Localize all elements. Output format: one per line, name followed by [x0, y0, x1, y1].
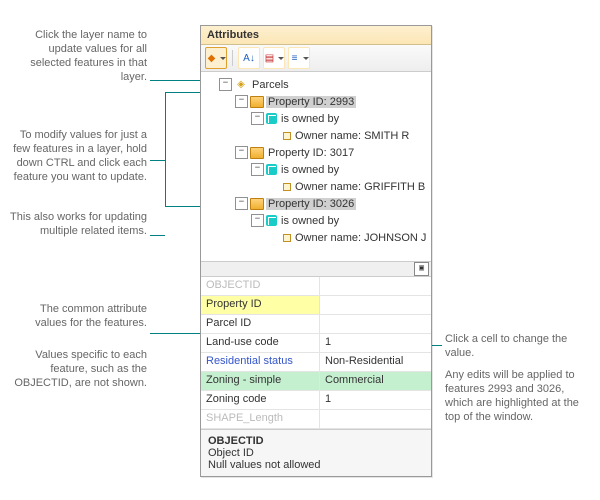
field-name: Parcel ID — [201, 315, 320, 333]
table-icon — [250, 147, 264, 159]
field-value[interactable]: 1 — [320, 391, 431, 409]
window-title: Attributes — [201, 26, 431, 45]
field-name: Zoning - simple — [201, 372, 320, 390]
toolbar: ◆ A↓ ▤ ≡ — [201, 45, 431, 72]
owner-label: Owner name: GRIFFITH B — [293, 181, 427, 193]
field-value[interactable] — [320, 315, 431, 333]
field-name: SHAPE_Length — [201, 410, 320, 428]
grid-row: OBJECTID — [201, 277, 431, 296]
expand-icon[interactable]: − — [235, 95, 248, 108]
field-value[interactable]: Commercial — [320, 372, 431, 390]
diamond-nav-button[interactable]: ◆ — [205, 47, 227, 69]
tree-relation[interactable]: − is owned by — [203, 212, 429, 229]
record-icon — [283, 132, 291, 140]
tree-root[interactable]: − ◈ Parcels — [203, 76, 429, 93]
annotation: Click a cell to change the value. — [445, 332, 585, 360]
record-icon — [283, 234, 291, 242]
relation-icon — [266, 164, 277, 175]
annotation: To modify values for just a few features… — [10, 128, 147, 184]
grid-row: SHAPE_Length — [201, 410, 431, 429]
field-info-panel: OBJECTID Object ID Null values not allow… — [201, 429, 431, 476]
field-name: Residential status — [201, 353, 320, 371]
relation-label: is owned by — [279, 113, 341, 125]
expand-icon[interactable]: − — [251, 112, 264, 125]
layer-icon: ◈ — [234, 78, 248, 92]
grid-header: ▣ — [201, 261, 431, 277]
record-icon — [283, 183, 291, 191]
diamond-nav-icon: ◆ — [206, 51, 217, 65]
expand-icon[interactable]: − — [235, 146, 248, 159]
field-value[interactable] — [320, 296, 431, 314]
field-name: Zoning code — [201, 391, 320, 409]
info-header: OBJECTID — [208, 435, 424, 447]
owner-label: Owner name: JOHNSON J — [293, 232, 428, 244]
field-name: Land-use code — [201, 334, 320, 352]
layers-button[interactable]: ▤ — [263, 47, 285, 69]
annotation: This also works for updating multiple re… — [10, 210, 147, 238]
field-name: Property ID — [201, 296, 320, 314]
owner-label: Owner name: SMITH R — [293, 130, 411, 142]
grid-row: Parcel ID — [201, 315, 431, 334]
relation-icon — [266, 113, 277, 124]
grid-toggle-button[interactable]: ▣ — [414, 262, 429, 276]
table-icon — [250, 198, 264, 210]
tree-owner[interactable]: Owner name: GRIFFITH B — [203, 178, 429, 195]
tree-feature[interactable]: − Property ID: 3017 — [203, 144, 429, 161]
table-icon — [250, 96, 264, 108]
field-value[interactable] — [320, 277, 431, 295]
layer-label: Parcels — [250, 79, 291, 91]
info-line: Null values not allowed — [208, 459, 424, 471]
expand-icon[interactable]: − — [251, 163, 264, 176]
grid-row: Land-use code1 — [201, 334, 431, 353]
field-value[interactable]: Non-Residential — [320, 353, 431, 371]
field-name: OBJECTID — [201, 277, 320, 295]
sort-icon: A↓ — [242, 51, 256, 65]
info-line: Object ID — [208, 447, 424, 459]
feature-label: Property ID: 3017 — [266, 147, 356, 159]
list-icon: ≡ — [289, 51, 300, 65]
layers-icon: ▤ — [264, 51, 275, 65]
attribute-grid: OBJECTID Property ID Parcel ID Land-use … — [201, 277, 431, 429]
separator — [232, 50, 233, 66]
attributes-window: Attributes ◆ A↓ ▤ ≡ − ◈ Parcels − Proper… — [200, 25, 432, 477]
sort-button[interactable]: A↓ — [238, 47, 260, 69]
feature-tree: − ◈ Parcels − Property ID: 2993 − is own… — [201, 72, 431, 261]
field-value[interactable]: 1 — [320, 334, 431, 352]
tree-owner[interactable]: Owner name: JOHNSON J — [203, 229, 429, 246]
annotation: The common attribute values for the feat… — [10, 302, 147, 330]
relation-label: is owned by — [279, 215, 341, 227]
relation-icon — [266, 215, 277, 226]
annotation: Any edits will be applied to features 29… — [445, 368, 585, 424]
expand-icon[interactable]: − — [235, 197, 248, 210]
grid-row: Residential statusNon-Residential — [201, 353, 431, 372]
grid-row: Zoning - simpleCommercial — [201, 372, 431, 391]
tree-feature[interactable]: − Property ID: 2993 — [203, 93, 429, 110]
expand-icon[interactable]: − — [251, 214, 264, 227]
tree-feature[interactable]: − Property ID: 3026 — [203, 195, 429, 212]
feature-label: Property ID: 3026 — [266, 198, 356, 210]
tree-relation[interactable]: − is owned by — [203, 161, 429, 178]
list-button[interactable]: ≡ — [288, 47, 310, 69]
field-value[interactable] — [320, 410, 431, 428]
tree-relation[interactable]: − is owned by — [203, 110, 429, 127]
feature-label: Property ID: 2993 — [266, 96, 356, 108]
grid-row: Zoning code1 — [201, 391, 431, 410]
grid-row: Property ID — [201, 296, 431, 315]
relation-label: is owned by — [279, 164, 341, 176]
expand-icon[interactable]: − — [219, 78, 232, 91]
tree-owner[interactable]: Owner name: SMITH R — [203, 127, 429, 144]
annotation: Click the layer name to update values fo… — [10, 28, 147, 84]
annotation: Values specific to each feature, such as… — [10, 348, 147, 390]
